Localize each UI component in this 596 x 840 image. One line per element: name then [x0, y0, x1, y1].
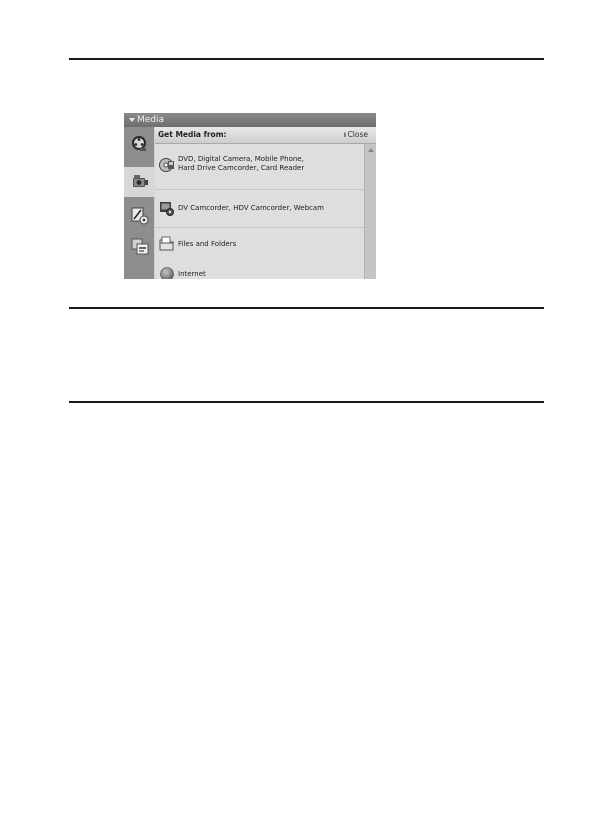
globe-icon	[160, 267, 174, 279]
side-tab-organize[interactable]	[124, 129, 154, 159]
media-source-label: DV Camcorder, HDV Camcorder, Webcam	[178, 204, 324, 212]
get-media-content: Get Media from: ıı Close DVD, Digital Cam…	[155, 127, 376, 279]
side-tab-share[interactable]	[124, 231, 154, 261]
media-source-label: Files and Folders	[178, 240, 237, 248]
media-source-label: DVD, Digital Camera, Mobile Phone, Hard D…	[178, 155, 305, 172]
media-source-item[interactable]: DVD, Digital Camera, Mobile Phone, Hard D…	[155, 147, 364, 187]
share-tab-icon	[131, 238, 149, 255]
scroll-up-icon[interactable]	[368, 148, 374, 152]
close-label: Close	[347, 130, 368, 139]
content-header: Get Media from: ıı Close	[155, 127, 376, 144]
folder-icon	[159, 236, 174, 251]
vertical-scrollbar[interactable]	[364, 144, 376, 279]
camcorder-icon	[160, 202, 174, 216]
media-source-item[interactable]: DV Camcorder, HDV Camcorder, Webcam	[155, 189, 364, 220]
camcorder-tab-icon	[133, 175, 148, 187]
camera-dvd-icon	[159, 158, 174, 172]
side-tab-edit[interactable]	[124, 201, 154, 231]
middle-rule	[69, 307, 544, 309]
bottom-rule	[69, 401, 544, 403]
media-source-item[interactable]: Internet	[155, 257, 364, 279]
close-handle-icon: ıı	[343, 130, 346, 139]
get-media-label: Get Media from:	[158, 130, 227, 139]
media-panel: Media Get Media from: ıı Close DVD, Digi…	[124, 113, 376, 279]
close-button[interactable]: ıı Close	[343, 130, 368, 139]
panel-title: Media	[137, 115, 165, 125]
edit-tab-icon	[131, 207, 149, 225]
side-tab-get-media[interactable]	[124, 167, 156, 197]
collapse-triangle-icon[interactable]	[129, 118, 135, 122]
top-rule	[69, 58, 544, 60]
media-source-item[interactable]: Files and Folders	[155, 227, 364, 258]
side-tab-bar	[124, 127, 156, 279]
film-reel-icon	[132, 136, 146, 151]
panel-title-bar[interactable]: Media	[124, 113, 376, 127]
media-source-label: Internet	[178, 270, 206, 278]
